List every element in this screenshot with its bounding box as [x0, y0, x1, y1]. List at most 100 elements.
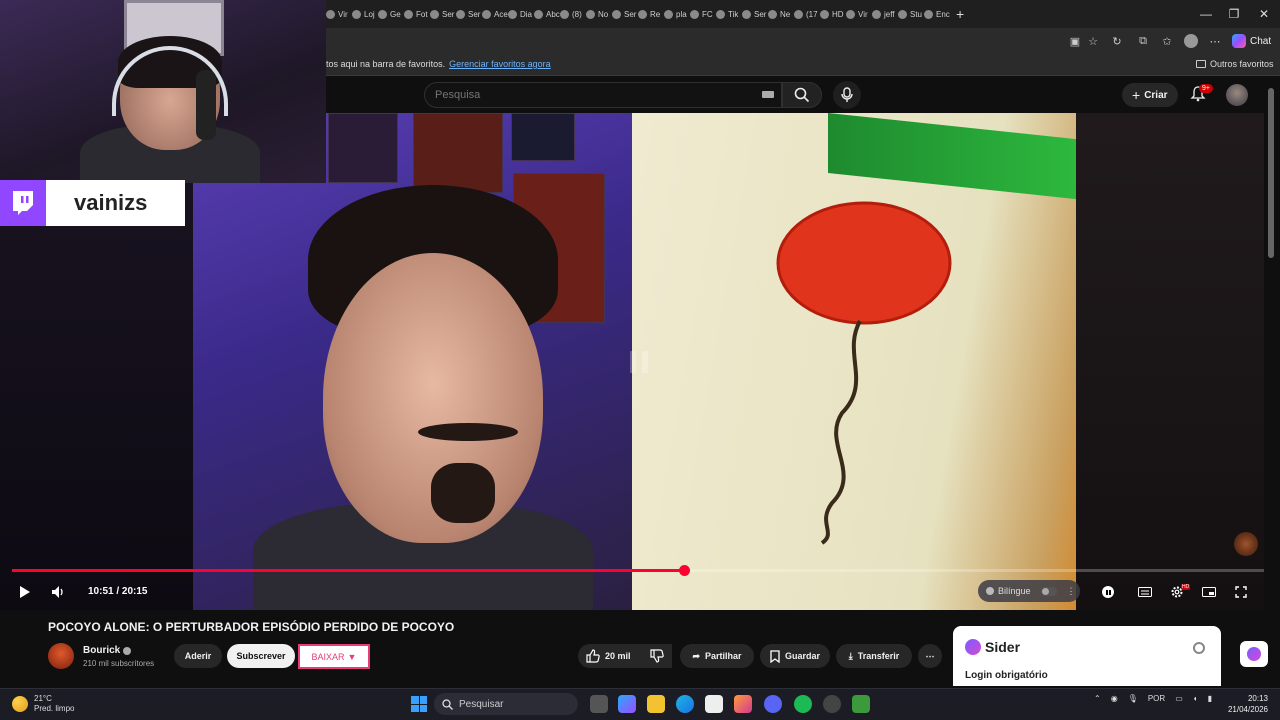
photos-icon[interactable]	[734, 695, 752, 713]
sider-launcher-button[interactable]	[1240, 641, 1268, 667]
edge-browser-icon[interactable]	[676, 695, 694, 713]
browser-tab[interactable]: Ser	[612, 0, 638, 28]
chevron-up-icon[interactable]: ⌃	[1094, 694, 1101, 703]
copilot-app-icon[interactable]	[618, 695, 636, 713]
browser-tab[interactable]: (8)	[560, 0, 586, 28]
channel-watermark[interactable]	[1234, 532, 1258, 556]
voice-search-button[interactable]	[833, 81, 861, 109]
taskbar-clock[interactable]: 20:13 21/04/2026	[1226, 693, 1268, 715]
browser-tab[interactable]: Stu	[898, 0, 924, 28]
browser-tab[interactable]: Ser	[456, 0, 482, 28]
app-icon[interactable]	[852, 695, 870, 713]
browser-tab[interactable]: jeff	[872, 0, 898, 28]
channel-name[interactable]: Bourick	[83, 645, 132, 656]
weather-description: Pred. limpo	[34, 704, 75, 713]
more-options-icon[interactable]: ⋯	[1206, 32, 1224, 50]
create-button[interactable]: + Criar	[1122, 83, 1178, 107]
keyboard-icon[interactable]	[762, 91, 774, 98]
baixar-download-button[interactable]: BAIXAR ▼	[298, 644, 370, 669]
fullscreen-button[interactable]	[1230, 578, 1252, 606]
microphone-tray-icon[interactable]: 🎙	[1128, 694, 1138, 703]
store-icon[interactable]	[705, 695, 723, 713]
beard	[431, 463, 495, 523]
split-screen-icon[interactable]: ▣	[1066, 32, 1084, 50]
browser-tab[interactable]: Re	[638, 0, 664, 28]
time-display: 10:51 / 20:15	[88, 586, 148, 597]
extensions-icon[interactable]: ⧉	[1134, 32, 1152, 50]
browser-tab[interactable]: Tik	[716, 0, 742, 28]
share-button[interactable]: ➦ Partilhar	[680, 644, 754, 668]
steam-icon[interactable]	[823, 695, 841, 713]
browser-tab[interactable]: Vir	[326, 0, 352, 28]
other-favorites-button[interactable]: Outros favoritos	[1196, 59, 1274, 69]
profile-icon[interactable]	[1182, 32, 1200, 50]
video-player[interactable]	[0, 113, 1264, 610]
tab-title: (8)	[572, 9, 582, 19]
play-button[interactable]	[12, 578, 38, 606]
battery-icon[interactable]: ▮	[1208, 694, 1212, 703]
copilot-chat-button[interactable]: Chat	[1232, 31, 1271, 51]
tray-app-icon[interactable]: ◉	[1111, 694, 1118, 703]
account-avatar[interactable]	[1226, 84, 1248, 106]
favorites-icon[interactable]: ✩	[1158, 32, 1176, 50]
browser-tab[interactable]: Enc	[924, 0, 950, 28]
page-scrollbar[interactable]	[1268, 88, 1274, 258]
browser-tab[interactable]: HD	[820, 0, 846, 28]
browser-tab[interactable]: Loj	[352, 0, 378, 28]
search-button[interactable]	[782, 82, 822, 108]
manage-favorites-link[interactable]: Gerenciar favoritos agora	[449, 59, 551, 69]
browser-tab[interactable]: Fot	[404, 0, 430, 28]
tab-title: Dia	[520, 9, 533, 19]
new-tab-button[interactable]: +	[956, 6, 964, 22]
more-actions-button[interactable]: ⋯	[918, 644, 942, 668]
progress-bar[interactable]	[12, 565, 1264, 576]
speaker-icon[interactable]: ◖	[1193, 694, 1198, 703]
browser-tab[interactable]: Ne	[768, 0, 794, 28]
autoplay-toggle[interactable]	[1098, 578, 1118, 606]
browser-tab[interactable]: Vir	[846, 0, 872, 28]
task-view-icon[interactable]	[590, 695, 608, 713]
browser-tab[interactable]: pla	[664, 0, 690, 28]
browser-tab[interactable]: No	[586, 0, 612, 28]
subtitles-button[interactable]	[1134, 578, 1156, 606]
dislike-button[interactable]	[642, 644, 672, 668]
start-button[interactable]	[411, 696, 427, 712]
display-icon[interactable]: ▭	[1175, 694, 1183, 703]
video-drawing-frame	[632, 113, 1076, 610]
browser-tab[interactable]: Ge	[378, 0, 404, 28]
browser-tab[interactable]: Dia	[508, 0, 534, 28]
browser-tab[interactable]: Ser	[430, 0, 456, 28]
join-button[interactable]: Aderir	[174, 644, 222, 668]
maximize-icon[interactable]: ❐	[1218, 0, 1250, 28]
bilingual-switch[interactable]	[1040, 586, 1057, 596]
settings-button[interactable]	[1166, 578, 1188, 606]
file-explorer-icon[interactable]	[647, 695, 665, 713]
kebab-menu-icon[interactable]: ⋮	[1067, 586, 1076, 597]
bilingual-subtitles-toggle[interactable]: Bilíngue ⋮	[978, 580, 1080, 602]
sider-settings-icon[interactable]	[1193, 642, 1205, 654]
tab-favicon-icon	[456, 9, 465, 19]
refresh-icon[interactable]: ↻	[1108, 32, 1126, 50]
taskbar-search[interactable]: Pesquisar	[434, 693, 578, 715]
save-button[interactable]: Guardar	[760, 644, 830, 668]
browser-tab[interactable]: FC	[690, 0, 716, 28]
subscribe-button[interactable]: Subscrever	[227, 644, 295, 668]
favorite-star-icon[interactable]: ☆	[1084, 32, 1102, 50]
miniplayer-button[interactable]	[1198, 578, 1220, 606]
bookmarks-hint-text: tos aqui na barra de favoritos.	[326, 59, 446, 69]
other-favorites-label: Outros favoritos	[1210, 59, 1274, 69]
browser-tab[interactable]: (17	[794, 0, 820, 28]
search-input[interactable]	[424, 82, 782, 108]
discord-icon[interactable]	[764, 695, 782, 713]
browser-tab[interactable]: Ace	[482, 0, 508, 28]
language-indicator[interactable]: POR	[1148, 694, 1165, 703]
browser-tab[interactable]: Ser	[742, 0, 768, 28]
volume-button[interactable]	[46, 578, 70, 606]
tab-title: Ge	[390, 9, 401, 19]
browser-tab[interactable]: Abc	[534, 0, 560, 28]
channel-avatar[interactable]	[48, 643, 74, 669]
close-icon[interactable]: ✕	[1248, 0, 1280, 28]
spotify-icon[interactable]	[794, 695, 812, 713]
download-button[interactable]: ⤓ Transferir	[836, 644, 912, 668]
weather-widget[interactable]: 21°C Pred. limpo	[12, 694, 74, 714]
